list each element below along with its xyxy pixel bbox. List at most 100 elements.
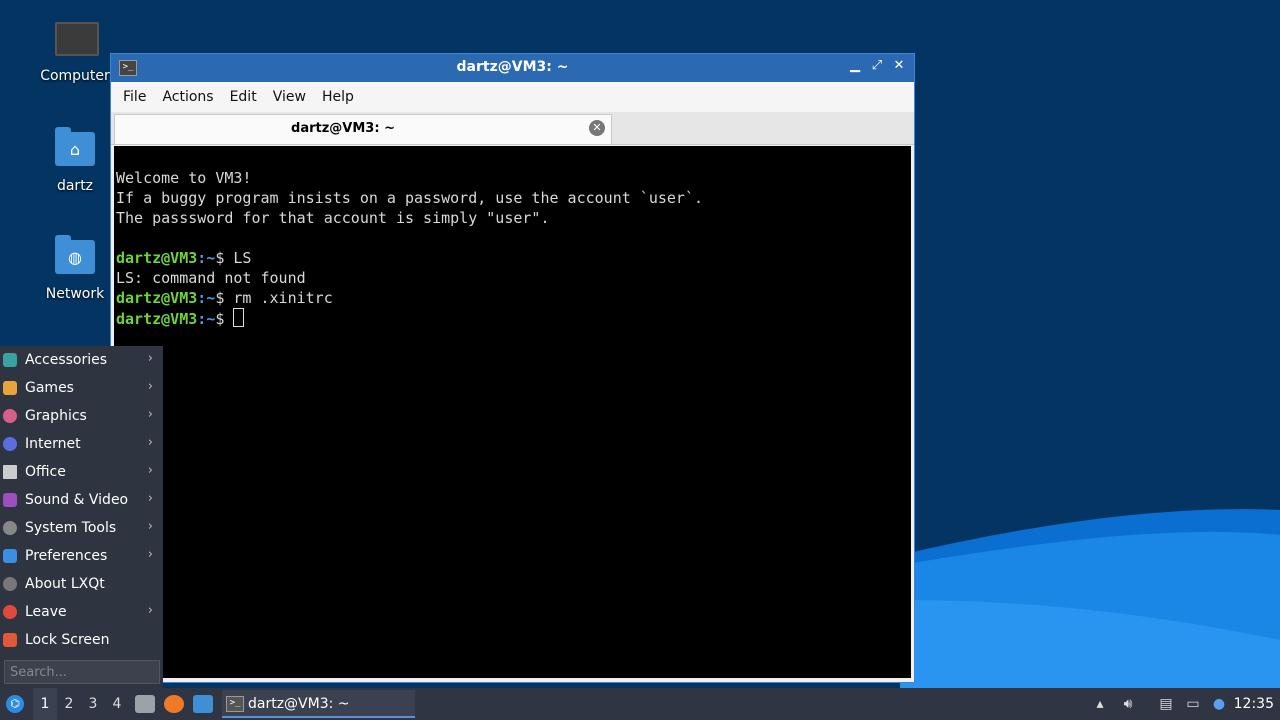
menu-item-office[interactable]: Office › bbox=[0, 458, 163, 486]
games-icon bbox=[3, 381, 17, 395]
menu-item-sound-video[interactable]: Sound & Video › bbox=[0, 486, 163, 514]
desktop-icon-home[interactable]: ⌂ dartz bbox=[40, 127, 110, 194]
volume-icon[interactable]: 🔊︎ bbox=[1119, 695, 1137, 713]
prompt-sign: $ bbox=[215, 289, 234, 307]
terminal-line: The passsword for that account is simply… bbox=[116, 209, 550, 227]
menu-item-label: Preferences bbox=[25, 548, 108, 564]
desktop-3[interactable]: 3 bbox=[81, 688, 105, 720]
terminal-cursor bbox=[233, 308, 245, 327]
office-icon bbox=[3, 465, 17, 479]
minimize-icon[interactable]: ▁ bbox=[848, 58, 862, 73]
menu-help[interactable]: Help bbox=[314, 89, 362, 105]
prompt-user: dartz@VM3 bbox=[116, 310, 198, 328]
terminal-prompt-line: dartz@VM3:~$ bbox=[116, 308, 909, 329]
desktop-icon[interactable] bbox=[193, 695, 213, 713]
menu-item-system-tools[interactable]: System Tools › bbox=[0, 514, 163, 542]
menu-item-label: About LXQt bbox=[25, 576, 105, 592]
file-manager-icon[interactable] bbox=[135, 695, 155, 713]
prompt-path: :~ bbox=[197, 249, 216, 267]
menu-search-input[interactable]: Search... bbox=[4, 660, 160, 684]
chevron-right-icon: › bbox=[147, 491, 153, 506]
tab-terminal[interactable]: dartz@VM3: ~ ✕ bbox=[114, 114, 612, 144]
menu-file[interactable]: File bbox=[115, 89, 154, 105]
desktop-icon-label: dartz bbox=[56, 178, 94, 194]
desktop-icon-label: Network bbox=[45, 286, 105, 302]
prompt-user: dartz@VM3 bbox=[116, 249, 198, 267]
prompt-sign: $ bbox=[215, 310, 234, 328]
terminal-line: LS: command not found bbox=[116, 269, 306, 287]
desktop-icon-label: Computer bbox=[40, 68, 110, 84]
chevron-right-icon: › bbox=[147, 519, 153, 534]
sound-video-icon bbox=[3, 493, 17, 507]
terminal-prompt-line: dartz@VM3:~$ LS bbox=[116, 248, 909, 268]
terminal-prompt-line: dartz@VM3:~$ rm .xinitrc bbox=[116, 288, 909, 308]
desktop-4[interactable]: 4 bbox=[105, 688, 129, 720]
menu-item-about-lxqt[interactable]: About LXQt bbox=[0, 570, 163, 598]
clock[interactable]: 12:35 bbox=[1234, 688, 1274, 720]
network-monitor-icon[interactable]: ▭ bbox=[1184, 695, 1202, 713]
desktop-icon-network[interactable]: ◍ Network bbox=[40, 235, 110, 302]
tray-up-arrow-icon[interactable]: ▴ bbox=[1091, 695, 1109, 713]
network-folder-icon: ◍ bbox=[55, 235, 95, 280]
chevron-right-icon: › bbox=[147, 407, 153, 422]
desktop-1[interactable]: 1 bbox=[33, 688, 57, 720]
desktop-2[interactable]: 2 bbox=[57, 688, 81, 720]
command-text: rm .xinitrc bbox=[233, 289, 333, 307]
prompt-path: :~ bbox=[197, 289, 216, 307]
menu-item-preferences[interactable]: Preferences › bbox=[0, 542, 163, 570]
terminal-icon: >_ bbox=[226, 696, 244, 712]
menu-item-label: Graphics bbox=[25, 408, 87, 424]
window-titlebar[interactable]: >_ dartz@VM3: ~ ▁ ⤢ ✕ bbox=[111, 54, 914, 82]
notification-icon[interactable]: ● bbox=[1210, 695, 1228, 713]
maximize-icon[interactable]: ⤢ bbox=[870, 58, 884, 73]
menu-actions[interactable]: Actions bbox=[154, 89, 221, 105]
close-icon[interactable]: ✕ bbox=[892, 58, 906, 73]
chevron-right-icon: › bbox=[147, 351, 153, 366]
menu-item-label: System Tools bbox=[25, 520, 117, 536]
menu-item-lock-screen[interactable]: Lock Screen bbox=[0, 626, 163, 654]
clipboard-icon[interactable]: ▤ bbox=[1157, 695, 1175, 713]
firefox-icon[interactable] bbox=[164, 695, 184, 713]
prompt-path: :~ bbox=[197, 310, 216, 328]
tab-title: dartz@VM3: ~ bbox=[291, 121, 395, 136]
chevron-right-icon: › bbox=[147, 379, 153, 394]
menu-item-graphics[interactable]: Graphics › bbox=[0, 402, 163, 430]
terminal-line: Welcome to VM3! bbox=[116, 169, 252, 187]
chevron-right-icon: › bbox=[147, 603, 153, 618]
menu-item-games[interactable]: Games › bbox=[0, 374, 163, 402]
desktop-icon-computer[interactable]: Computer bbox=[40, 18, 110, 84]
menu-item-label: Internet bbox=[25, 436, 81, 452]
menu-item-accessories[interactable]: Accessories › bbox=[0, 346, 163, 374]
menu-item-internet[interactable]: Internet › bbox=[0, 430, 163, 458]
computer-icon bbox=[55, 22, 99, 62]
power-icon bbox=[3, 605, 17, 619]
menu-item-label: Lock Screen bbox=[25, 632, 110, 648]
task-terminal[interactable]: >_ dartz@VM3: ~ bbox=[222, 690, 415, 718]
terminal-window: >_ dartz@VM3: ~ ▁ ⤢ ✕ File Actions Edit … bbox=[110, 53, 915, 683]
menu-edit[interactable]: Edit bbox=[222, 89, 265, 105]
prompt-sign: $ bbox=[215, 249, 234, 267]
menu-item-label: Leave bbox=[25, 604, 67, 620]
taskbar: ⌬ 1 2 3 4 >_ dartz@VM3: ~ ▴ 🔊︎ ▤ ▭ ● 12:… bbox=[0, 688, 1280, 720]
chevron-right-icon: › bbox=[147, 435, 153, 450]
menu-item-leave[interactable]: Leave › bbox=[0, 598, 163, 626]
lock-icon bbox=[3, 633, 17, 647]
menu-item-label: Games bbox=[25, 380, 74, 396]
start-menu-icon[interactable]: ⌬ bbox=[6, 695, 24, 713]
chevron-right-icon: › bbox=[147, 547, 153, 562]
tab-close-icon[interactable]: ✕ bbox=[589, 120, 605, 136]
terminal-output[interactable]: Welcome to VM3! If a buggy program insist… bbox=[114, 146, 911, 678]
preferences-icon bbox=[3, 549, 17, 563]
task-label: dartz@VM3: ~ bbox=[248, 696, 350, 712]
chevron-right-icon: › bbox=[147, 463, 153, 478]
tab-bar: dartz@VM3: ~ ✕ bbox=[111, 112, 914, 145]
window-title: dartz@VM3: ~ bbox=[456, 59, 569, 75]
home-folder-icon: ⌂ bbox=[55, 127, 95, 172]
application-menu: Accessories › Games › Graphics › Internet › … bbox=[0, 346, 163, 688]
menu-item-label: Sound & Video bbox=[25, 492, 129, 508]
internet-icon bbox=[3, 437, 17, 451]
desktop-switcher: 1 2 3 4 bbox=[33, 688, 129, 720]
menu-view[interactable]: View bbox=[265, 89, 314, 105]
accessories-icon bbox=[3, 353, 17, 367]
graphics-icon bbox=[3, 409, 17, 423]
